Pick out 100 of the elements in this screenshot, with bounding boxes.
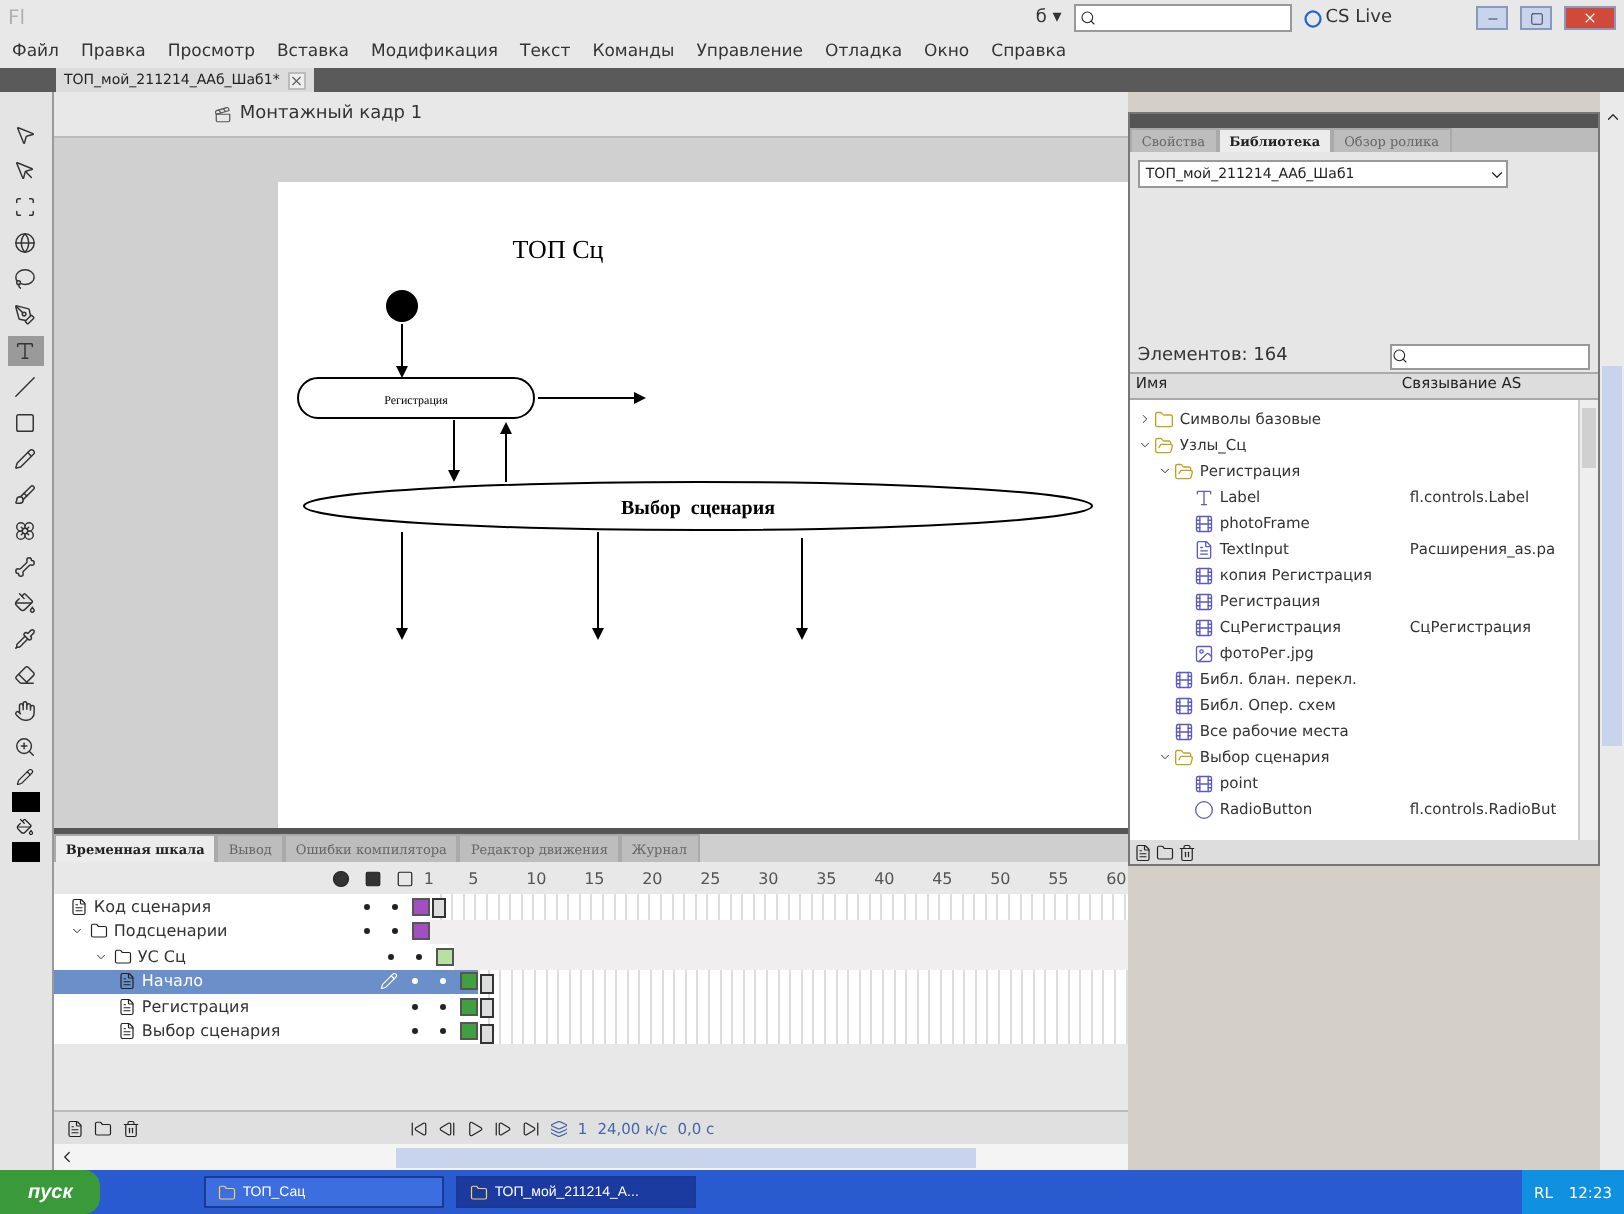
outline-color-swatch[interactable] bbox=[411, 922, 430, 941]
frame-number: 1 bbox=[423, 869, 434, 887]
folder-icon bbox=[1153, 409, 1174, 429]
frame-number: 15 bbox=[584, 869, 605, 887]
frame-number: 45 bbox=[932, 869, 953, 887]
text-tool-icon bbox=[14, 340, 37, 362]
open-folder-icon bbox=[1173, 747, 1194, 767]
lock-dot[interactable] bbox=[439, 1028, 446, 1035]
visibility-dot[interactable] bbox=[363, 928, 370, 935]
movie-clip-icon bbox=[1173, 669, 1194, 689]
visibility-dot[interactable] bbox=[387, 953, 394, 960]
lock-dot[interactable] bbox=[391, 928, 398, 935]
menu-item[interactable]: Отладка bbox=[825, 42, 903, 62]
layer-name[interactable]: УС Сц bbox=[137, 947, 186, 966]
layer-name[interactable]: Код сценария bbox=[93, 897, 212, 916]
hand-icon bbox=[14, 700, 37, 722]
layer-icon bbox=[117, 997, 136, 1016]
rectangle-icon bbox=[14, 412, 37, 434]
stroke-color-swatch[interactable] bbox=[11, 792, 40, 812]
first-frame-icon bbox=[409, 1119, 428, 1137]
layer-icon bbox=[69, 897, 88, 916]
arrow bbox=[499, 422, 512, 483]
maximize-icon bbox=[1529, 11, 1543, 25]
eyedropper-icon bbox=[14, 628, 37, 650]
eraser-icon bbox=[14, 664, 37, 686]
bone-icon bbox=[14, 556, 37, 578]
fill-color-swatch[interactable] bbox=[11, 842, 40, 862]
new-folder-icon bbox=[93, 1119, 112, 1137]
outline-color-swatch[interactable] bbox=[411, 897, 430, 916]
menu-item[interactable]: Управление bbox=[696, 42, 804, 62]
lock-dot[interactable] bbox=[439, 978, 446, 985]
outline-color-swatch[interactable] bbox=[459, 997, 478, 1016]
scene-name[interactable]: Монтажный кадр 1 bbox=[239, 104, 423, 124]
layer-name[interactable]: Подсценарии bbox=[113, 922, 228, 941]
frame-number: 55 bbox=[1048, 869, 1069, 887]
component-icon bbox=[1193, 539, 1214, 559]
movie-clip-icon bbox=[1193, 617, 1214, 637]
workspace-switcher[interactable]: б ▾ bbox=[1035, 8, 1062, 28]
cs-live-button[interactable]: CS Live bbox=[1303, 8, 1392, 28]
frame-number: 60 bbox=[1106, 869, 1127, 887]
menu-item[interactable]: Файл bbox=[12, 42, 59, 62]
delete-icon bbox=[1177, 843, 1196, 861]
horizontal-scrollbar[interactable] bbox=[53, 1144, 1128, 1170]
menu-item[interactable]: Окно bbox=[924, 42, 970, 62]
frame-cells[interactable] bbox=[429, 894, 1128, 919]
layer-name[interactable]: Регистрация bbox=[141, 997, 250, 1016]
maximize-button[interactable] bbox=[1520, 6, 1552, 30]
movie-clip-icon bbox=[1193, 591, 1214, 611]
menu-item[interactable]: Вставка bbox=[276, 42, 349, 62]
frame-number: 5 bbox=[468, 869, 479, 887]
search-field[interactable] bbox=[1073, 4, 1292, 32]
menu-item[interactable]: Справка bbox=[991, 42, 1067, 62]
outline-color-swatch[interactable] bbox=[459, 972, 478, 991]
menu-item[interactable]: Модификация bbox=[371, 42, 498, 62]
layer-icon bbox=[117, 972, 136, 991]
last-frame-icon bbox=[521, 1119, 540, 1137]
tool-button[interactable] bbox=[7, 336, 44, 366]
menu-item[interactable]: Правка bbox=[80, 42, 146, 62]
flower-icon bbox=[14, 520, 37, 542]
outline-color-swatch[interactable] bbox=[459, 1022, 478, 1041]
scroll-up-icon bbox=[1603, 108, 1622, 126]
vertical-scrollbar[interactable] bbox=[1578, 400, 1599, 840]
arrow bbox=[591, 531, 604, 640]
lock-dot[interactable] bbox=[415, 953, 422, 960]
pen-icon bbox=[14, 304, 37, 326]
frame-number: 50 bbox=[990, 869, 1011, 887]
keyframe[interactable] bbox=[431, 898, 446, 918]
lock-dot[interactable] bbox=[391, 903, 398, 910]
layer-folder-icon bbox=[89, 922, 108, 941]
layer-name[interactable]: Выбор сценария bbox=[141, 1022, 281, 1041]
menu-item[interactable]: Просмотр bbox=[167, 42, 255, 62]
movie-clip-icon bbox=[1173, 695, 1194, 715]
visibility-dot[interactable] bbox=[411, 1003, 418, 1010]
movie-clip-icon bbox=[1193, 565, 1214, 585]
menu-item[interactable]: Команды bbox=[592, 42, 675, 62]
visibility-dot[interactable] bbox=[363, 903, 370, 910]
start-button[interactable]: пуск bbox=[0, 1170, 101, 1214]
frame-cells[interactable] bbox=[477, 1019, 1128, 1044]
visibility-dot[interactable] bbox=[411, 978, 418, 985]
menu-item[interactable]: Текст bbox=[520, 42, 571, 62]
outline-color-swatch[interactable] bbox=[435, 947, 454, 966]
line-icon bbox=[14, 376, 37, 398]
lock-dot[interactable] bbox=[439, 1003, 446, 1010]
library-search-field[interactable] bbox=[1390, 343, 1591, 369]
visibility-dot[interactable] bbox=[411, 1028, 418, 1035]
frame-number: 35 bbox=[816, 869, 837, 887]
play-icon bbox=[465, 1119, 484, 1137]
arrow bbox=[395, 531, 408, 640]
radio-icon bbox=[1193, 799, 1214, 819]
step-back-icon bbox=[437, 1119, 456, 1137]
tab-close-button[interactable]: × bbox=[287, 71, 306, 89]
open-folder-icon bbox=[1153, 435, 1174, 455]
arrow bbox=[795, 537, 808, 640]
frame-cells[interactable] bbox=[477, 969, 1128, 994]
fill-bucket-icon bbox=[16, 818, 35, 836]
frame-number: 30 bbox=[758, 869, 779, 887]
movie-clip-icon bbox=[1173, 721, 1194, 741]
frame-number: 20 bbox=[642, 869, 663, 887]
new-layer-icon bbox=[65, 1119, 84, 1137]
page-scrollbar[interactable] bbox=[1600, 92, 1624, 1170]
